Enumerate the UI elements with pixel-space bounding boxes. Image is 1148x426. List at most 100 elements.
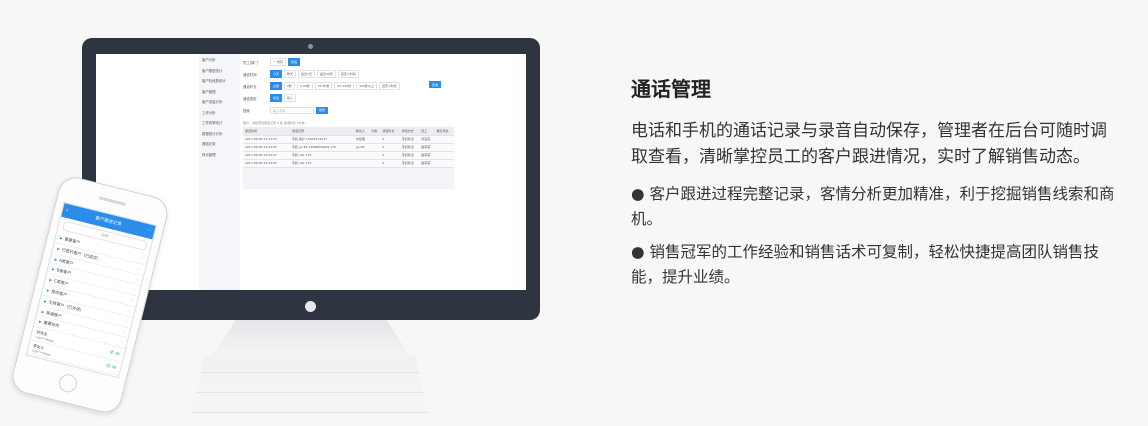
date-chip[interactable]: 昨天	[284, 70, 297, 78]
chevron-right-icon: ›	[136, 276, 139, 282]
desktop-screen: 客户分析 客户跟进统计 客户阶段数统计 客户管理 客户流量分析 工作分析 工作效…	[96, 54, 526, 290]
chevron-right-icon: ›	[120, 339, 124, 345]
cell: 0	[380, 134, 400, 143]
chevron-right-icon: ›	[138, 266, 142, 272]
col-header: 员工	[419, 127, 435, 135]
power-button-icon	[305, 301, 316, 312]
filter-row-dept: 员工/部门 一 所有 筛选	[243, 57, 458, 67]
group-label: C类客户	[53, 278, 70, 287]
filter-row-date: 通话时间 今天 昨天 最近7天 最近30天 自定义时间	[243, 69, 458, 79]
expand-triangle-icon: ▶	[38, 319, 43, 325]
sidebar-item-customer-manage[interactable]: 客户管理	[199, 86, 240, 97]
query-button[interactable]: 查询	[429, 81, 442, 88]
expand-triangle-icon: ▶	[56, 246, 61, 252]
cell: 2017-08-08 14:04:05	[243, 142, 291, 151]
type-chip[interactable]: 呼入	[284, 94, 297, 102]
sidebar-item-analysis[interactable]: 客户分析	[199, 54, 240, 65]
sidebar-item-call-records[interactable]: 通话记录	[199, 138, 240, 149]
table-row[interactable]: 2017-08-08 14:04:05 手机 gx 86 13988899999…	[243, 142, 454, 151]
duration-chip[interactable]: 1-30秒	[296, 82, 313, 90]
group-label: B类客户	[56, 267, 72, 277]
base-line	[196, 392, 424, 393]
col-header: 分类	[369, 127, 381, 135]
table-row[interactable]: 2017-08-08 17:13:15 手机 客户 13942274213 刘经…	[243, 134, 454, 143]
filter-row-duration: 通话时长 全部 0秒 1-30秒 31-60秒 61-120秒 120秒以上 自…	[243, 81, 458, 91]
duration-chip[interactable]: 全部	[270, 82, 283, 90]
chevron-right-icon: ›	[125, 318, 129, 324]
cell: 手机呼出	[399, 142, 420, 151]
cell: 手机呼出	[399, 150, 420, 159]
cell	[434, 158, 454, 167]
cell	[434, 142, 454, 151]
result-summary: 统计：共检索到通话记录 5 条 通话时长 5分钟	[243, 121, 305, 125]
cell: 0	[380, 150, 400, 159]
date-label: 通话时间	[243, 72, 257, 77]
sidebar-item-data-stats[interactable]: 数据统计分析	[199, 128, 240, 139]
expand-triangle-icon: ▶	[41, 309, 45, 314]
expand-triangle-icon: ▶	[59, 236, 63, 241]
feature-point: ● 销售冠军的工作经验和销售话术可复制，轻松快捷提高团队销售技能，提升业绩。	[631, 243, 1099, 286]
date-chip[interactable]: 今天	[270, 70, 283, 78]
table-row[interactable]: 2017-08-08 13:29:45 手机 191 170 0 手机呼出 殷莉…	[243, 158, 454, 167]
chevron-right-icon: ›	[128, 307, 132, 314]
monitor-base-shadow	[190, 356, 430, 426]
cell: 手机呼出	[399, 158, 420, 167]
date-chip[interactable]: 自定义时间	[337, 70, 359, 78]
expand-triangle-icon: ▶	[43, 298, 48, 304]
expand-triangle-icon: ▶	[46, 288, 50, 293]
duration-chip[interactable]: 31-60秒	[314, 82, 333, 90]
cell	[434, 150, 454, 159]
phone-title: 客户跟进记录	[94, 216, 122, 228]
duration-chip[interactable]: 0秒	[284, 82, 295, 90]
cell: 手机 191 170	[290, 158, 354, 167]
duration-chip[interactable]: 自定义时长	[378, 82, 400, 90]
cell: 手机呼出	[399, 134, 420, 143]
empty-cell	[243, 166, 454, 189]
type-label: 通话类型	[243, 96, 257, 101]
dept-select[interactable]: 一 所有	[270, 58, 286, 66]
cell	[434, 134, 454, 143]
cell: 手机 gx 86 13988899999 170	[290, 142, 354, 151]
sidebar-item-traffic[interactable]: 客户流量分析	[199, 96, 240, 107]
cell	[369, 142, 381, 151]
cell	[369, 158, 381, 167]
dept-filter-button[interactable]: 筛选	[287, 58, 300, 66]
table-row[interactable]: 2017-08-08 14:02:27 手机 191 175 0 手机呼出 殷莉…	[243, 150, 454, 159]
table-header-row: 通话时间 通话记录 联系人 分类 通话时长 通话方式 员工 拨打状态	[243, 127, 454, 135]
group-label: 重要合作	[43, 320, 60, 329]
sidebar-item-efficiency[interactable]: 工作效率统计	[199, 117, 240, 128]
col-header: 通话方式	[399, 127, 420, 135]
sidebar-item-visits[interactable]: 拜访管理	[199, 149, 240, 160]
duration-chip[interactable]: 61-120秒	[334, 82, 355, 90]
cell: 0	[380, 158, 400, 167]
cell	[369, 150, 381, 159]
sidebar-item-follow-stats[interactable]: 客户跟进统计	[199, 65, 240, 76]
duration-chip[interactable]: 120秒以上	[356, 82, 377, 90]
cell: 殷莉莉	[419, 158, 435, 167]
search-button[interactable]: 搜索	[316, 106, 329, 114]
sidebar-item-work-analysis[interactable]: 工作分析	[199, 107, 240, 118]
cell: 刘经理	[353, 134, 370, 143]
date-chip[interactable]: 最近30天	[316, 70, 336, 78]
filter-row-type: 通话类型 呼出 呼入	[243, 93, 458, 103]
type-chip[interactable]: 呼出	[270, 94, 283, 102]
desktop-content: 员工/部门 一 所有 筛选 通话时间 今天 昨天 最近7天 最近30天 自定义时…	[243, 57, 458, 287]
cell: 2017-08-08 13:29:45	[243, 158, 291, 167]
home-button-icon	[57, 372, 79, 395]
chevron-right-icon: ›	[141, 255, 145, 261]
back-icon[interactable]: ‹	[65, 207, 69, 214]
number-search-input[interactable]: 输入号码	[270, 106, 314, 114]
more-icon[interactable]: ⋯	[146, 227, 152, 234]
cell: 殷莉莉	[419, 150, 435, 159]
call-records-table: 通话时间 通话记录 联系人 分类 通话时长 通话方式 员工 拨打状态 2017-…	[243, 127, 454, 189]
group-label: 意向客户	[50, 288, 68, 298]
cell	[369, 134, 381, 143]
webcam-dot	[308, 44, 313, 49]
feature-title: 通话管理	[631, 77, 711, 101]
date-chip[interactable]: 最近7天	[298, 70, 315, 78]
chevron-right-icon: ›	[123, 328, 126, 335]
cell: 2017-08-08 14:02:27	[243, 150, 291, 159]
cell: 何亮亮	[419, 134, 435, 143]
duration-label: 通话时长	[243, 84, 257, 89]
sidebar-item-stage-stats[interactable]: 客户阶段数统计	[199, 75, 240, 86]
